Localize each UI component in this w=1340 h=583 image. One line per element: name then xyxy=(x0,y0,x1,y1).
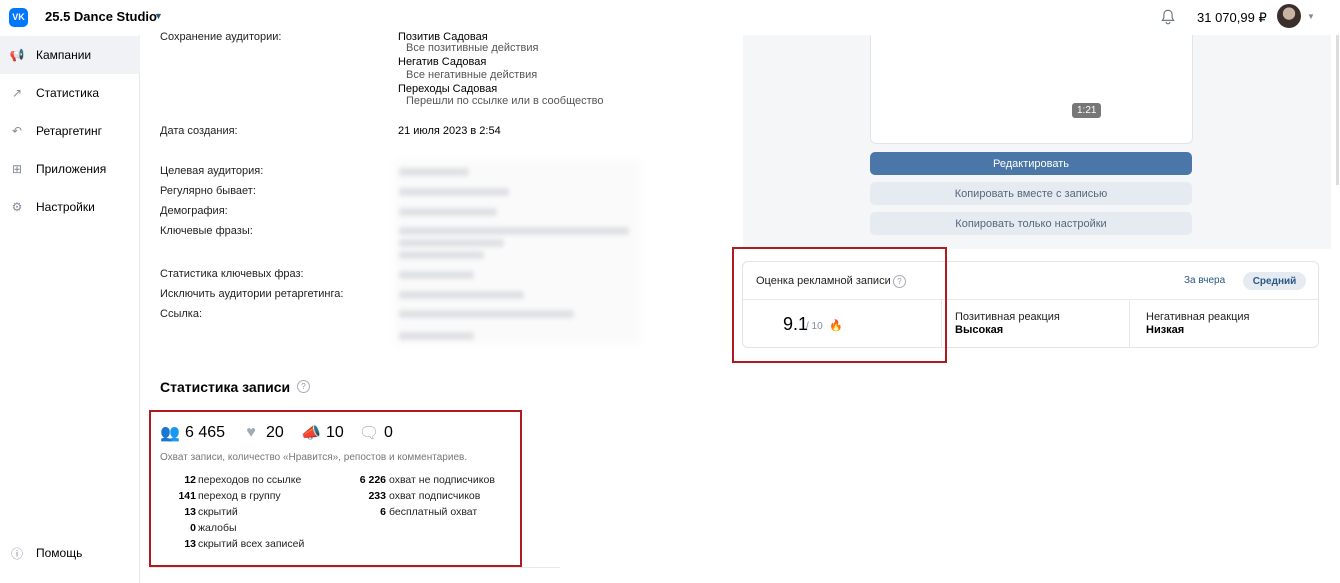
audience-name: Переходы Садовая xyxy=(398,83,498,95)
sidebar: 📢 Кампании ↗ Статистика ↶ Ретаргетинг ⊞ … xyxy=(0,35,140,583)
sidebar-item-label: Помощь xyxy=(36,546,83,560)
divider xyxy=(150,567,560,568)
blurred-value xyxy=(399,332,474,340)
field-label: Ключевые фразы: xyxy=(160,225,253,237)
sidebar-item-label: Настройки xyxy=(36,200,95,214)
question-icon: ⓘ xyxy=(10,546,23,561)
gear-icon: ⚙ xyxy=(11,200,23,214)
audience-desc: Перешли по ссылке или в сообщество xyxy=(406,95,604,107)
highlight-box xyxy=(149,410,522,567)
score-level-badge[interactable]: Средний xyxy=(1243,272,1306,290)
sidebar-item-label: Приложения xyxy=(36,162,107,176)
sidebar-item-settings[interactable]: ⚙ Настройки xyxy=(0,188,140,226)
sidebar-item-label: Кампании xyxy=(36,48,92,62)
edit-button[interactable]: Редактировать xyxy=(870,152,1192,175)
video-duration: 1:21 xyxy=(1072,103,1102,118)
copy-settings-button[interactable]: Копировать только настройки xyxy=(870,212,1192,235)
blurred-value xyxy=(399,227,629,235)
sidebar-item-retargeting[interactable]: ↶ Ретаргетинг xyxy=(0,112,140,150)
positive-reaction-value: Высокая xyxy=(955,324,1004,336)
field-label: Регулярно бывает: xyxy=(160,185,256,197)
blurred-value xyxy=(399,251,484,259)
blurred-value xyxy=(399,271,474,279)
negative-reaction-label: Негативная реакция xyxy=(1146,311,1250,323)
period-link[interactable]: За вчера xyxy=(1184,275,1225,286)
post-stats-title: Статистика записи xyxy=(160,379,291,395)
created-value: 21 июля 2023 в 2:54 xyxy=(398,125,501,137)
chevron-down-icon[interactable]: ▼ xyxy=(154,11,163,21)
sidebar-item-label: Ретаргетинг xyxy=(36,124,103,138)
field-label: Ссылка: xyxy=(160,308,202,320)
help-icon[interactable]: ? xyxy=(297,380,310,393)
apps-icon: ⊞ xyxy=(11,162,23,176)
field-label: Целевая аудитория: xyxy=(160,165,264,177)
video-preview[interactable] xyxy=(870,35,1193,144)
bell-icon[interactable] xyxy=(1159,8,1177,26)
vk-logo-icon[interactable]: VK xyxy=(9,8,28,27)
blurred-value xyxy=(399,208,497,216)
sidebar-item-apps[interactable]: ⊞ Приложения xyxy=(0,150,140,188)
created-label: Дата создания: xyxy=(160,125,238,137)
blurred-value xyxy=(399,168,469,176)
audience-name: Негатив Садовая xyxy=(398,56,487,68)
avatar[interactable] xyxy=(1277,4,1301,28)
megaphone-icon: 📢 xyxy=(9,48,25,62)
audience-desc: Все негативные действия xyxy=(406,69,538,81)
trend-icon: ↗ xyxy=(11,86,23,100)
sidebar-item-statistics[interactable]: ↗ Статистика xyxy=(0,74,140,112)
field-label: Исключить аудитории ретаргетинга: xyxy=(160,288,344,300)
copy-with-post-button[interactable]: Копировать вместе с записью xyxy=(870,182,1192,205)
sidebar-item-help[interactable]: ⓘ Помощь xyxy=(0,534,140,572)
sidebar-item-label: Статистика xyxy=(36,86,100,100)
chevron-down-icon[interactable]: ▼ xyxy=(1307,12,1315,21)
positive-reaction-label: Позитивная реакция xyxy=(955,311,1060,323)
blurred-value xyxy=(399,310,574,318)
highlight-box xyxy=(732,247,947,363)
account-name[interactable]: 25.5 Dance Studio xyxy=(45,9,157,24)
negative-reaction-value: Низкая xyxy=(1146,324,1185,336)
field-label: Демография: xyxy=(160,205,228,217)
sidebar-item-campaigns[interactable]: 📢 Кампании xyxy=(0,36,140,74)
scrollbar[interactable] xyxy=(1336,35,1339,185)
blurred-value xyxy=(399,239,504,247)
blurred-value xyxy=(399,188,509,196)
top-bar: VK 25.5 Dance Studio ▼ 31 070,99 ₽ ▼ xyxy=(0,0,1340,35)
divider xyxy=(1129,300,1130,347)
field-label: Статистика ключевых фраз: xyxy=(160,268,304,280)
retarget-icon: ↶ xyxy=(11,124,23,138)
balance[interactable]: 31 070,99 ₽ xyxy=(1197,10,1267,26)
audience-save-label: Сохранение аудитории: xyxy=(160,31,282,43)
blurred-value xyxy=(399,291,524,299)
audience-desc: Все позитивные действия xyxy=(406,42,539,54)
